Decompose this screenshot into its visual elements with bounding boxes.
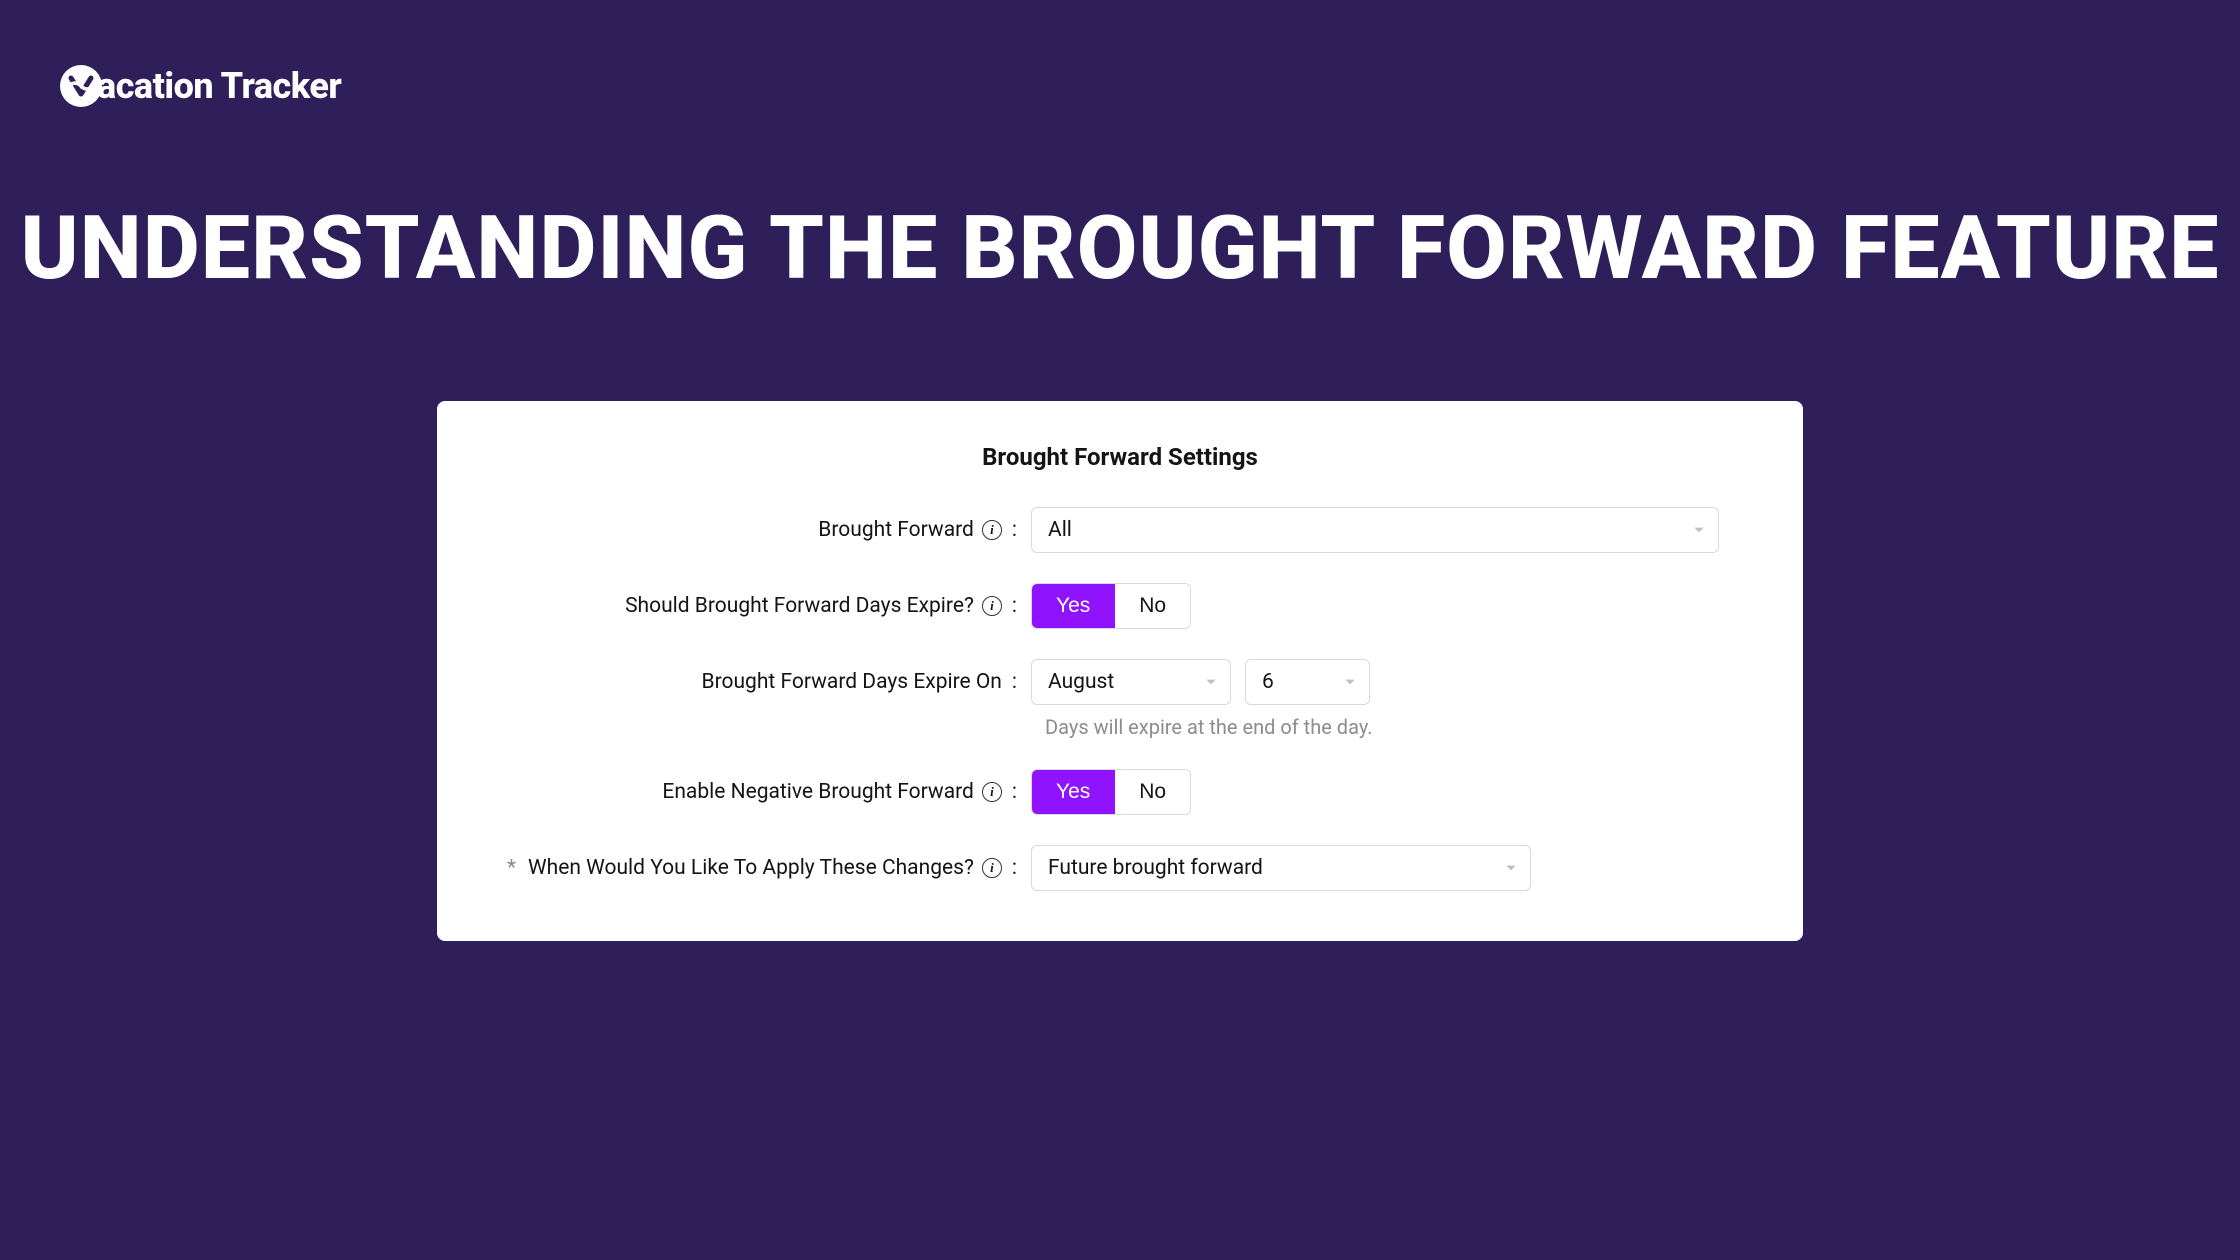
expire-helper-text: Days will expire at the end of the day. [1045,715,1755,739]
logo-container: acation Tracker [0,0,2240,107]
toggle-yes-button[interactable]: Yes [1032,584,1115,628]
info-icon[interactable]: i [982,596,1002,616]
toggle-yes-button[interactable]: Yes [1032,770,1115,814]
toggle-no-button[interactable]: No [1115,770,1190,814]
label-enable-negative: Enable Negative Brought Forward i : [485,780,1031,804]
label-expire-on: Brought Forward Days Expire On : [485,670,1031,694]
label-brought-forward: Brought Forward i : [485,518,1031,542]
select-expire-month[interactable]: August [1031,659,1231,705]
row-apply-changes: * When Would You Like To Apply These Cha… [485,845,1755,891]
page-title: UNDERSTANDING THE BROUGHT FORWARD FEATUR… [0,202,2240,296]
info-icon[interactable]: i [982,782,1002,802]
info-icon[interactable]: i [982,520,1002,540]
label-apply-changes: * When Would You Like To Apply These Cha… [485,856,1031,880]
toggle-no-button[interactable]: No [1115,584,1190,628]
logo-text: acation Tracker [97,65,341,107]
card-heading: Brought Forward Settings [485,443,1755,471]
row-expire-on: Brought Forward Days Expire On : August … [485,659,1755,705]
row-enable-negative: Enable Negative Brought Forward i : Yes … [485,769,1755,815]
select-expire-day[interactable]: 6 [1245,659,1370,705]
select-brought-forward[interactable]: All [1031,507,1719,553]
toggle-enable-negative: Yes No [1031,769,1191,815]
logo-icon [60,65,102,107]
row-brought-forward: Brought Forward i : All [485,507,1755,553]
label-should-expire: Should Brought Forward Days Expire? i : [485,594,1031,618]
info-icon[interactable]: i [982,858,1002,878]
toggle-should-expire: Yes No [1031,583,1191,629]
select-apply-changes[interactable]: Future brought forward [1031,845,1531,891]
row-should-expire: Should Brought Forward Days Expire? i : … [485,583,1755,629]
settings-card: Brought Forward Settings Brought Forward… [437,401,1803,941]
